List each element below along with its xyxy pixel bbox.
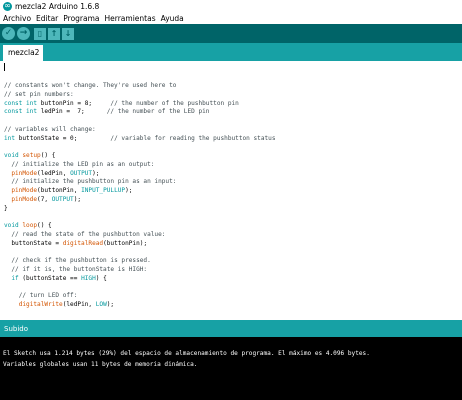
tab-mezcla2[interactable]: mezcla2 [3, 45, 43, 61]
verify-button[interactable]: ✓ [2, 27, 15, 40]
open-sketch-button[interactable]: ↑ [48, 27, 60, 40]
menu-programa[interactable]: Programa [63, 14, 99, 23]
code-line: const int ledPin = 7; // the number of t… [4, 108, 210, 116]
menu-ayuda[interactable]: Ayuda [161, 14, 184, 23]
status-message: Subido [4, 324, 28, 333]
console-line: El Sketch usa 1.214 bytes (29%) del espa… [3, 350, 370, 357]
code-line: pinMode(7, OUTPUT); [11, 195, 82, 203]
text-cursor [4, 63, 5, 71]
code-line: // turn LED off: [18, 292, 78, 299]
menu-herramientas[interactable]: Herramientas [105, 14, 156, 23]
window-title: mezcla2 Arduino 1.6.8 [15, 2, 100, 11]
code-line: // variables will change: [4, 125, 96, 133]
output-console[interactable]: El Sketch usa 1.214 bytes (29%) del espa… [0, 337, 462, 400]
code-line: void loop() { [4, 222, 52, 229]
code-area[interactable]: // constants won't change. They're used … [4, 82, 276, 310]
arduino-logo-icon [3, 0, 12, 13]
arrow-right-icon: → [19, 28, 28, 38]
editor-gutter [0, 61, 3, 320]
code-line: pinMode(ledPin, OUTPUT); [11, 169, 100, 177]
code-line: } [4, 204, 8, 212]
code-line: // check if the pushbutton is pressed. [11, 257, 151, 264]
code-line: digitalWrite(ledPin, LOW); [18, 300, 115, 308]
upload-button[interactable]: → [17, 27, 30, 40]
menu-editar[interactable]: Editar [36, 14, 58, 23]
code-line: // if it is, the buttonState is HIGH: [11, 265, 148, 273]
code-line: buttonState = digitalRead(buttonPin); [11, 239, 148, 247]
code-line: // constants won't change. They're used … [4, 82, 177, 89]
arrow-up-icon: ↑ [50, 28, 58, 38]
tab-bar: mezcla2 [0, 43, 462, 61]
menu-archivo[interactable]: Archivo [3, 14, 31, 23]
code-line: // set pin numbers: [4, 90, 74, 98]
save-sketch-button[interactable]: ↓ [62, 27, 74, 40]
code-line: // initialize the LED pin as an output: [11, 160, 155, 168]
code-line: pinMode(buttonPin, INPUT_PULLUP); [11, 187, 133, 194]
code-line: // read the state of the pushbutton valu… [11, 230, 166, 238]
code-line: void setup() { [4, 152, 56, 159]
code-line: if (buttonState == HIGH) { [11, 274, 107, 282]
arrow-down-icon: ↓ [64, 28, 72, 38]
new-file-icon: ▯ [37, 28, 43, 38]
code-line: int buttonState = 0; // variable for rea… [4, 134, 276, 142]
code-line: const int buttonPin = 8; // the number o… [4, 99, 239, 107]
console-line: Variables globales usan 11 bytes de memo… [3, 361, 198, 368]
toolbar: ✓ → ▯ ↑ ↓ [0, 24, 462, 43]
menu-bar: Archivo Editar Programa Herramientas Ayu… [0, 13, 462, 24]
checkmark-icon: ✓ [4, 28, 13, 38]
code-editor[interactable]: // constants won't change. They're used … [0, 61, 462, 320]
code-line: // initialize the pushbutton pin as an i… [11, 178, 177, 186]
status-bar: Subido [0, 320, 462, 337]
new-sketch-button[interactable]: ▯ [34, 27, 46, 40]
title-bar: mezcla2 Arduino 1.6.8 [0, 0, 462, 13]
